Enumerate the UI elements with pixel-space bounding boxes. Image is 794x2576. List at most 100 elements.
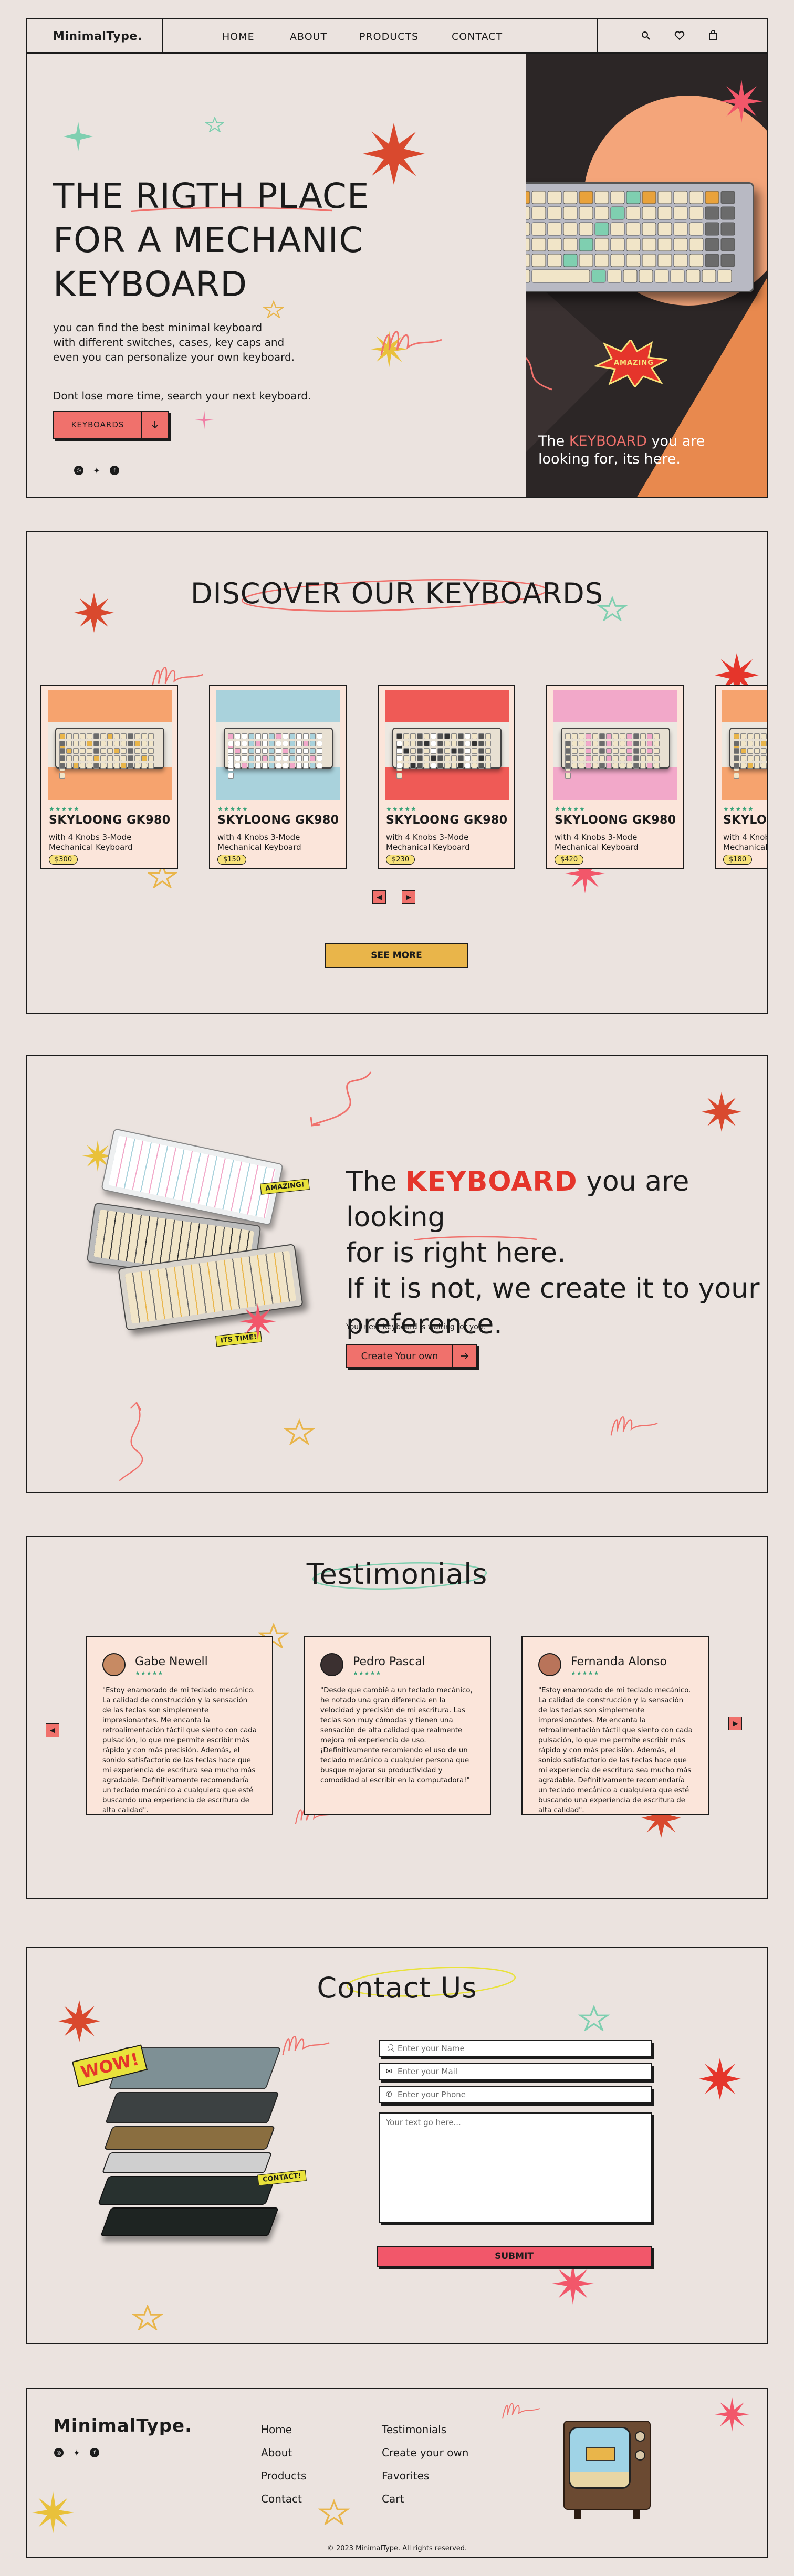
nav-products[interactable]: PRODUCTS xyxy=(359,31,419,43)
create-your-own-button[interactable]: Create Your own xyxy=(346,1344,477,1368)
key xyxy=(563,238,578,251)
site-logo[interactable]: MinimalType. xyxy=(53,30,142,43)
footer-link-products[interactable]: Products xyxy=(261,2464,306,2487)
twitter-icon[interactable]: ✦ xyxy=(92,466,101,476)
footer-links-col2: Testimonials Create your own Favorites C… xyxy=(382,2418,468,2510)
rating-stars: ★★★★★ xyxy=(386,805,417,813)
testimonial-card: Fernanda Alonso ★★★★★ "Estoy enamorado de … xyxy=(521,1636,709,1815)
key xyxy=(657,206,672,220)
contact-title: Contact Us xyxy=(317,1971,477,2004)
instagram-icon[interactable]: ◎ xyxy=(54,2448,64,2457)
keyboard-illustration xyxy=(561,728,670,779)
name-field[interactable]: 👤︎ Enter your Name xyxy=(379,2040,652,2057)
nav-contact[interactable]: CONTACT xyxy=(452,31,503,43)
product-description: with 4 Knobs 3-Mode Mechanical Keyboard xyxy=(723,833,768,852)
footer-link-testimonials[interactable]: Testimonials xyxy=(382,2418,468,2441)
key xyxy=(547,206,562,220)
chevron-right-icon: ▶ xyxy=(406,893,411,901)
product-card[interactable]: ★★★★★SKYLOONG GK980 with 4 Knobs 3-Mode M… xyxy=(546,685,684,869)
chevron-left-icon: ◀ xyxy=(377,893,382,901)
search-icon[interactable] xyxy=(641,31,651,43)
footer-link-favorites[interactable]: Favorites xyxy=(382,2464,468,2487)
key xyxy=(689,191,704,204)
key xyxy=(579,206,593,220)
name-field-placeholder: Enter your Name xyxy=(398,2044,465,2053)
twitter-icon[interactable]: ✦ xyxy=(72,2448,81,2458)
mail-field-placeholder: Enter your Mail xyxy=(398,2067,457,2076)
arrow-squiggle-icon xyxy=(310,1071,372,1127)
site-footer: MinimalType. ◎ ✦ f Home About Products C… xyxy=(26,2388,768,2558)
footer-link-contact[interactable]: Contact xyxy=(261,2487,306,2510)
key xyxy=(626,222,641,236)
key xyxy=(657,222,672,236)
carousel-prev-button[interactable]: ◀ xyxy=(372,890,386,904)
product-image xyxy=(722,690,767,800)
burst-icon xyxy=(58,2000,100,2042)
product-card[interactable]: ★★★★★SKYLOONG GK980 with 4 Knobs 3-Mode M… xyxy=(715,685,768,869)
testimonial-name: Fernanda Alonso xyxy=(571,1655,667,1668)
hero-subtitle: you can find the best minimal keyboard w… xyxy=(53,320,295,364)
star-outline-icon xyxy=(284,1418,315,1445)
key xyxy=(642,238,656,251)
key xyxy=(657,191,672,204)
product-card[interactable]: ★★★★★SKYLOONG GK980 with 4 Knobs 3-Mode M… xyxy=(209,685,347,869)
message-field-placeholder: Your text go here... xyxy=(386,2118,461,2127)
product-name: SKYLOONG GK980 xyxy=(49,814,171,827)
key xyxy=(689,254,704,267)
key xyxy=(531,206,546,220)
key xyxy=(689,206,704,220)
key xyxy=(594,254,609,267)
testimonial-name: Pedro Pascal xyxy=(353,1655,425,1668)
nav-home[interactable]: HOME xyxy=(222,31,255,43)
submit-button[interactable]: SUBMIT xyxy=(377,2246,652,2267)
keyboards-button[interactable]: KEYBOARDS xyxy=(53,411,169,439)
cta-small-text: Your next Keyboard is waiting for you. xyxy=(346,1323,486,1331)
key xyxy=(670,269,685,283)
create-your-own-label: Create Your own xyxy=(361,1350,438,1362)
key xyxy=(673,222,688,236)
copyright: © 2023 MinimalType. All rights reserved. xyxy=(327,2545,467,2552)
squiggle-icon xyxy=(610,1416,658,1436)
product-image xyxy=(216,690,340,800)
key xyxy=(626,206,641,220)
testimonial-next-button[interactable]: ▶ xyxy=(728,1717,742,1730)
product-card[interactable]: ★★★★★SKYLOONG GK980 with 4 Knobs 3-Mode M… xyxy=(40,685,178,869)
message-field[interactable]: Your text go here... xyxy=(379,2112,652,2223)
star-outline-icon xyxy=(318,2499,350,2525)
product-name: SKYLOONG GK980 xyxy=(217,814,339,827)
instagram-icon[interactable]: ◎ xyxy=(74,466,83,475)
bag-icon[interactable] xyxy=(708,30,718,43)
mail-field[interactable]: ✉ Enter your Mail xyxy=(379,2063,652,2080)
hero-subtitle-line: even you can personalize your own keyboa… xyxy=(53,351,295,363)
key xyxy=(547,238,562,251)
see-more-button[interactable]: SEE MORE xyxy=(325,943,468,968)
key xyxy=(705,222,719,236)
amazing-badge-text: AMAZING xyxy=(614,359,654,367)
facebook-icon[interactable]: f xyxy=(90,2448,99,2457)
heart-icon[interactable] xyxy=(674,31,685,43)
footer-link-create[interactable]: Create your own xyxy=(382,2441,468,2464)
phone-field[interactable]: ✆ Enter your Phone xyxy=(379,2086,652,2103)
sparkle-icon xyxy=(195,411,214,429)
key xyxy=(705,238,719,251)
phone-icon: ✆ xyxy=(386,2090,392,2099)
rating-stars: ★★★★★ xyxy=(217,805,248,813)
nav-about[interactable]: ABOUT xyxy=(290,31,327,43)
testimonial-prev-button[interactable]: ◀ xyxy=(46,1723,59,1737)
key xyxy=(591,269,606,283)
footer-link-about[interactable]: About xyxy=(261,2441,306,2464)
cta-line3: If it is not, we create it to your xyxy=(346,1273,760,1305)
product-card[interactable]: ★★★★★SKYLOONG GK980 with 4 Knobs 3-Mode M… xyxy=(378,685,515,869)
footer-logo[interactable]: MinimalType. xyxy=(53,2415,192,2436)
avatar xyxy=(102,1653,126,1676)
footer-link-cart[interactable]: Cart xyxy=(382,2487,468,2510)
rating-stars: ★★★★★ xyxy=(723,805,754,813)
key xyxy=(626,254,641,267)
facebook-icon[interactable]: f xyxy=(110,466,119,475)
testimonials-title: Testimonials xyxy=(306,1558,488,1591)
footer-link-home[interactable]: Home xyxy=(261,2418,306,2441)
key xyxy=(526,206,530,220)
rating-stars: ★★★★★ xyxy=(555,805,586,813)
carousel-next-button[interactable]: ▶ xyxy=(402,890,415,904)
key xyxy=(642,206,656,220)
